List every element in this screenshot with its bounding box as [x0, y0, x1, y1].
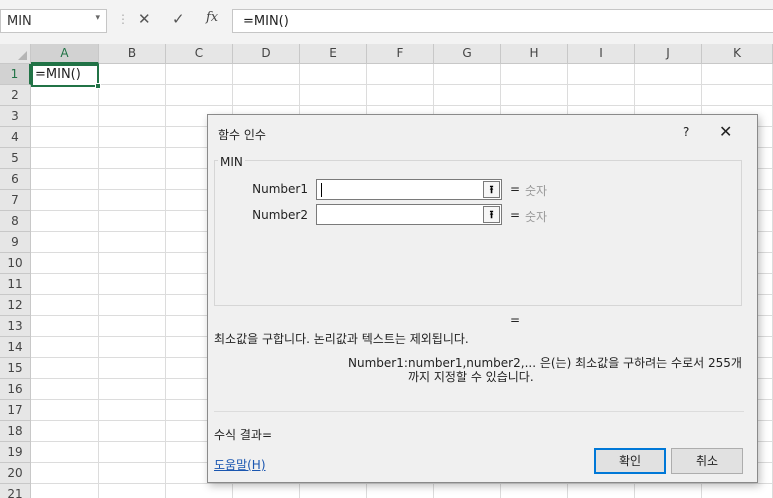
grid-line — [98, 64, 99, 498]
row-header[interactable]: 10 — [0, 253, 31, 274]
formula-text: =MIN() — [243, 14, 289, 29]
collapse-dialog-icon[interactable]: ⭱ — [483, 206, 500, 223]
column-header[interactable]: B — [99, 44, 166, 64]
grid-line — [31, 84, 773, 85]
row-header[interactable]: 4 — [0, 127, 31, 148]
argument-help-text: number1,number2,... 은(는) 최소값을 구하려는 수로서 2… — [408, 356, 742, 384]
column-header[interactable]: E — [300, 44, 367, 64]
number2-input[interactable]: ⭱ — [316, 204, 502, 225]
fill-handle[interactable] — [95, 83, 101, 89]
help-link[interactable]: 도움말(H) — [214, 456, 266, 473]
name-box[interactable]: MIN ▾ — [0, 9, 107, 33]
row-header[interactable]: 18 — [0, 421, 31, 442]
number1-equals: = — [510, 182, 521, 196]
grid-line — [31, 483, 773, 484]
row-header[interactable]: 3 — [0, 106, 31, 127]
number1-label: Number1 — [252, 182, 308, 196]
help-icon[interactable]: ? — [683, 125, 689, 139]
argument-help-name: Number1: — [348, 356, 408, 370]
formula-bar: MIN ▾ ⋮ ✕ ✓ fx =MIN() — [0, 0, 773, 44]
grid-line — [165, 64, 166, 498]
row-header[interactable]: 16 — [0, 379, 31, 400]
number2-label: Number2 — [252, 208, 308, 222]
row-header[interactable]: 21 — [0, 484, 31, 498]
drag-handle-icon[interactable]: ⋮ — [117, 12, 129, 26]
row-header[interactable]: 12 — [0, 295, 31, 316]
column-header[interactable]: C — [166, 44, 233, 64]
result-equals: = — [510, 313, 521, 327]
row-header[interactable]: 6 — [0, 169, 31, 190]
cancel-icon[interactable]: ✕ — [138, 10, 151, 28]
cancel-button[interactable]: 취소 — [671, 448, 743, 474]
formula-input[interactable]: =MIN() — [232, 9, 773, 33]
select-all-button[interactable] — [0, 44, 31, 64]
number2-type: 숫자 — [525, 210, 548, 224]
select-all-icon — [18, 51, 27, 60]
number1-type: 숫자 — [525, 184, 548, 198]
column-header[interactable]: G — [434, 44, 501, 64]
function-description: 최소값을 구합니다. 논리값과 텍스트는 제외됩니다. — [214, 332, 469, 346]
text-caret — [321, 183, 322, 197]
row-header[interactable]: 11 — [0, 274, 31, 295]
column-header[interactable]: K — [702, 44, 773, 64]
active-cell[interactable]: =MIN() — [31, 64, 101, 89]
function-arguments-dialog: 함수 인수 ? ✕ MIN Number1 ⭱ = 숫자 Number2 ⭱ =… — [207, 114, 758, 483]
insert-function-icon[interactable]: fx — [206, 10, 218, 25]
grid-line — [31, 105, 773, 106]
row-header[interactable]: 19 — [0, 442, 31, 463]
dialog-title: 함수 인수 — [218, 128, 266, 142]
close-icon[interactable]: ✕ — [719, 122, 732, 141]
column-header[interactable]: J — [635, 44, 702, 64]
column-header[interactable]: I — [568, 44, 635, 64]
column-header[interactable]: A — [31, 44, 99, 64]
row-header[interactable]: 13 — [0, 316, 31, 337]
formula-result: 수식 결과= — [214, 428, 273, 442]
row-header[interactable]: 17 — [0, 400, 31, 421]
chevron-down-icon[interactable]: ▾ — [95, 13, 100, 23]
number2-equals: = — [510, 208, 521, 222]
column-header[interactable]: F — [367, 44, 434, 64]
row-header[interactable]: 15 — [0, 358, 31, 379]
row-header[interactable]: 7 — [0, 190, 31, 211]
row-header[interactable]: 8 — [0, 211, 31, 232]
function-name: MIN — [218, 155, 245, 169]
row-header[interactable]: 14 — [0, 337, 31, 358]
column-header[interactable]: H — [501, 44, 568, 64]
divider — [214, 411, 744, 412]
row-header[interactable]: 5 — [0, 148, 31, 169]
ok-button[interactable]: 확인 — [594, 448, 666, 474]
active-cell-value: =MIN() — [35, 67, 81, 82]
row-header[interactable]: 1 — [0, 64, 31, 85]
number1-input[interactable]: ⭱ — [316, 179, 502, 200]
check-icon[interactable]: ✓ — [172, 10, 185, 28]
row-header[interactable]: 9 — [0, 232, 31, 253]
name-box-value: MIN — [7, 14, 32, 29]
column-header[interactable]: D — [233, 44, 300, 64]
row-header[interactable]: 20 — [0, 463, 31, 484]
row-header[interactable]: 2 — [0, 85, 31, 106]
collapse-dialog-icon[interactable]: ⭱ — [483, 181, 500, 198]
